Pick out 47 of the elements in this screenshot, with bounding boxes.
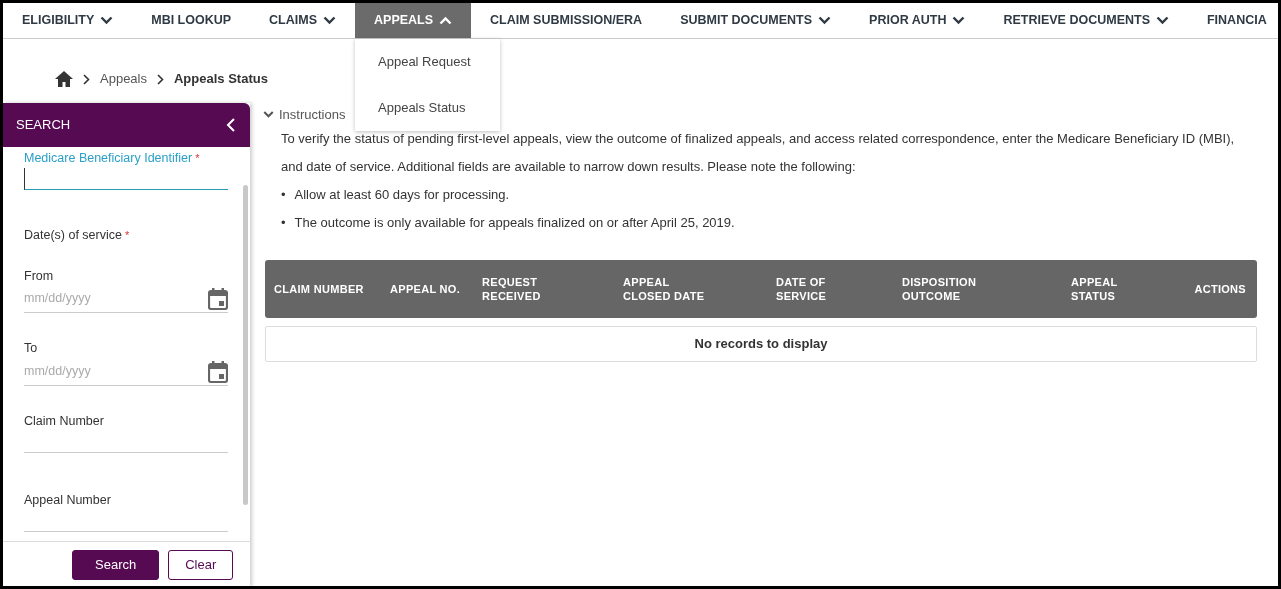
nav-tab[interactable]: RETRIEVE DOCUMENTS [984,3,1188,38]
instructions-text: To verify the status of pending first-level appeals, view the outcome of finalized appeals, and access related correspondence, enter the Medicare Beneficiary ID (MBI), and date of service. Additional fields are available to narrow down results. Please note the following: [281,129,1236,176]
required-mark: * [124,228,130,241]
empty-message: No records to display [265,325,1257,362]
menu-item[interactable]: Appeals Status [355,85,500,131]
panel-title: SEARCH [16,116,71,135]
field-label: To [24,340,39,358]
calendar-icon[interactable] [208,360,228,383]
search-button[interactable]: Search [72,550,160,580]
nav-tab[interactable]: SUBMIT DOCUMENTS [661,3,851,38]
calendar-icon[interactable] [208,287,228,310]
column-header[interactable]: APPEAL NO. [390,281,461,296]
chevron-right-icon [83,73,90,85]
field-label: From [24,267,55,285]
clear-button[interactable]: Clear [168,550,234,580]
instructions-toggle[interactable]: Instructions [263,105,346,125]
breadcrumb-link[interactable]: Appeals [100,69,147,89]
bullet-item: The outcome is only available for appeals finalized on or after April 25, 2019. [294,214,735,232]
bullet-marker: • [281,186,286,204]
field-label: Medicare Beneficiary Identifier [24,151,193,165]
column-header[interactable]: CLAIM NUMBER [274,281,364,296]
breadcrumb-current: Appeals Status [174,70,268,89]
menu-item[interactable]: Appeal Request [355,39,500,85]
column-header[interactable]: APPEAL CLOSED DATE [623,274,715,303]
bullet-item: Allow at least 60 days for processing. [294,186,510,204]
column-header[interactable]: DATE OF SERVICE [776,274,868,303]
column-header[interactable]: APPEAL STATUS [1071,274,1163,303]
nav-tab[interactable]: CLAIMS [250,3,355,38]
chevron-right-icon [157,73,164,85]
bullet-marker: • [281,214,286,232]
nav-tab[interactable]: APPEALS [355,3,472,38]
column-header[interactable]: DISPOSITION OUTCOME [902,274,994,303]
column-header[interactable]: ACTIONS [1194,281,1246,296]
nav-tab[interactable]: FINANCIA [1188,3,1278,38]
field-label: Appeal Number [24,491,112,509]
nav-tab[interactable]: CLAIM SUBMISSION/ERA [471,3,662,38]
chevron-down-icon [263,110,274,120]
required-mark: * [195,152,200,164]
scrollbar[interactable] [243,185,248,505]
column-header[interactable]: REQUEST RECEIVED [482,274,574,303]
home-icon[interactable] [55,71,73,87]
nav-tab[interactable]: MBI LOOKUP [132,3,251,38]
field-label: Claim Number [24,413,105,430]
nav-tab[interactable]: PRIOR AUTH [850,3,985,38]
field-label: Date(s) of service [24,227,122,242]
nav-tab[interactable]: ELIGIBILITY [3,3,133,38]
collapse-icon[interactable] [226,117,236,133]
